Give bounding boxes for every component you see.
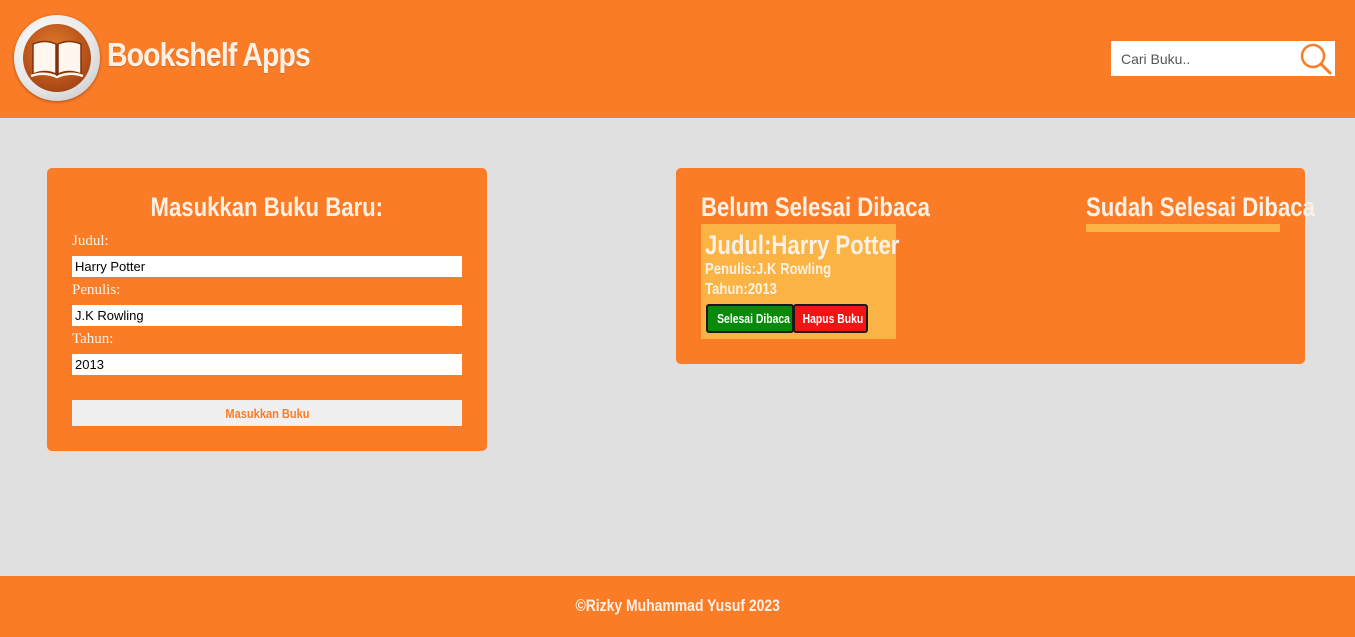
submit-book-button[interactable]: Masukkan Buku — [72, 400, 462, 426]
author-field[interactable] — [72, 305, 462, 326]
mark-read-button[interactable]: Selesai Dibaca — [706, 304, 794, 333]
book-item: Judul:Harry Potter Penulis:J.K Rowling T… — [701, 224, 899, 339]
app-logo — [14, 15, 100, 101]
footer-copyright: ©Rizky Muhammad Yusuf 2023 — [575, 596, 780, 615]
add-book-form: Masukkan Buku Baru: Judul: Penulis: Tahu… — [47, 168, 487, 451]
search-bar — [1111, 41, 1335, 76]
delete-book-button[interactable]: Hapus Buku — [793, 304, 868, 333]
app-footer: ©Rizky Muhammad Yusuf 2023 — [0, 576, 1355, 637]
book-author: Penulis:J.K Rowling — [705, 261, 832, 278]
author-label: Penulis: — [72, 282, 121, 298]
search-input[interactable] — [1111, 41, 1296, 76]
search-icon — [1300, 43, 1332, 75]
search-button[interactable] — [1299, 42, 1333, 75]
unread-shelf-title: Belum Selesai Dibaca — [701, 192, 930, 222]
read-shelf-title: Sudah Selesai Dibaca — [1086, 192, 1315, 222]
read-shelf-list — [1086, 224, 1280, 232]
book-title: Judul:Harry Potter — [705, 230, 900, 260]
year-label: Tahun: — [72, 331, 114, 347]
app-title: Bookshelf Apps — [107, 36, 311, 73]
year-field[interactable] — [72, 354, 462, 375]
form-title: Masukkan Buku Baru: — [150, 192, 384, 222]
open-book-icon — [30, 40, 84, 79]
book-year: Tahun:2013 — [705, 281, 777, 298]
title-field[interactable] — [72, 256, 462, 277]
bookshelf-panel: Belum Selesai Dibaca Sudah Selesai Dibac… — [676, 168, 1315, 364]
title-label: Judul: — [72, 233, 109, 249]
app-header: Bookshelf Apps — [0, 0, 1355, 118]
